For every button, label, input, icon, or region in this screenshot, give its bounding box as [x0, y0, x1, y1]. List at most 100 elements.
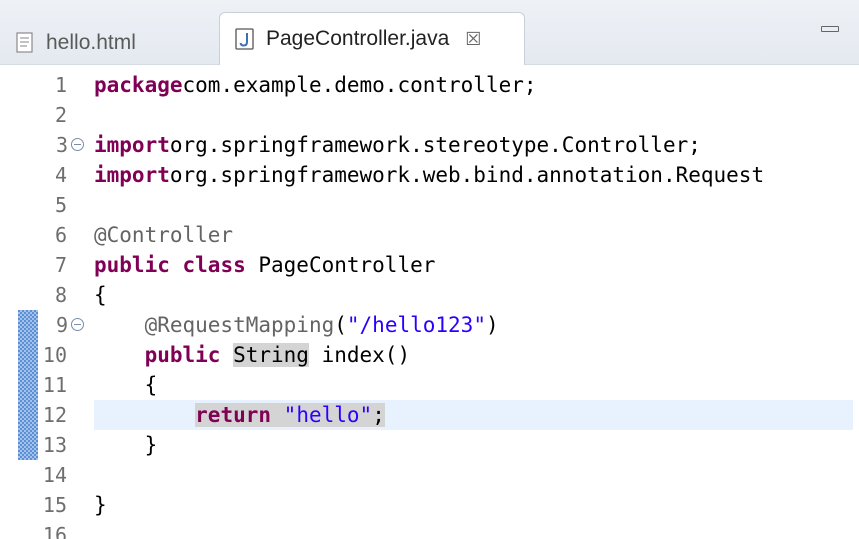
code-line[interactable]: 3 importorg.springframework.stereotype.Co… [0, 130, 859, 160]
code-line[interactable]: 9 @RequestMapping("/hello123") [0, 310, 859, 340]
code-token: org.springframework.stereotype.Controlle… [169, 133, 701, 157]
code-text: @Controller [94, 220, 853, 250]
tab-hello-html[interactable]: hello.html [14, 22, 214, 64]
code-token: class [182, 253, 246, 277]
code-token: } [94, 493, 107, 517]
line-gutter: 5 [0, 190, 90, 220]
code-token: } [94, 433, 158, 457]
code-token: package [94, 73, 183, 97]
code-token: ( [334, 313, 347, 337]
line-number: 12 [42, 403, 67, 427]
line-gutter: 9 [0, 310, 90, 340]
code-token: com.example.demo.controller; [182, 73, 537, 97]
line-number: 11 [42, 373, 67, 397]
fold-collapse-icon[interactable] [71, 318, 84, 331]
code-token: import [94, 133, 170, 157]
line-number: 4 [54, 163, 67, 187]
code-editor: hello.html PageController.java ☒ 1 packag… [0, 0, 859, 539]
code-token: index() [308, 343, 411, 367]
line-gutter: 7 [0, 250, 90, 280]
code-line[interactable]: 8{ [0, 280, 859, 310]
fold-collapse-icon[interactable] [71, 138, 84, 151]
tab-label: hello.html [46, 31, 136, 54]
code-token: String [233, 343, 309, 367]
code-token: import [94, 163, 170, 187]
code-token: PageController [245, 253, 436, 277]
code-line[interactable]: 13 } [0, 430, 859, 460]
line-number: 2 [54, 103, 67, 127]
code-line[interactable]: 5 [0, 190, 859, 220]
line-gutter: 2 [0, 100, 90, 130]
code-text: } [94, 490, 853, 520]
code-line[interactable]: 6 @Controller [0, 220, 859, 250]
code-line[interactable]: 14 [0, 460, 859, 490]
code-token: org.springframework.web.bind.annotation.… [169, 163, 765, 187]
code-text: importorg.springframework.web.bind.annot… [94, 160, 853, 190]
code-text: packagecom.example.demo.controller; [94, 70, 853, 100]
line-number: 9 [55, 313, 68, 337]
code-token: public [144, 343, 221, 367]
line-number: 7 [54, 253, 67, 277]
line-number: 15 [42, 493, 67, 517]
line-gutter: 4 [0, 160, 90, 190]
line-number: 13 [42, 433, 67, 457]
code-line[interactable]: 7 public class PageController [0, 250, 859, 280]
code-line[interactable]: 15} [0, 490, 859, 520]
line-gutter: 11 [0, 370, 90, 400]
java-file-icon [235, 28, 254, 50]
code-text: public class PageController [94, 250, 853, 280]
line-gutter: 15 [0, 490, 90, 520]
code-text: { [94, 280, 853, 310]
code-text: @RequestMapping("/hello123") [94, 310, 853, 340]
minimize-icon[interactable] [821, 26, 839, 32]
code-token: { [94, 283, 107, 307]
line-number: 16 [42, 523, 67, 539]
code-token: ) [485, 313, 499, 337]
code-token [271, 403, 284, 427]
code-line[interactable]: 1 packagecom.example.demo.controller; [0, 70, 859, 100]
code-text: } [94, 430, 853, 460]
code-text: return "hello"; [94, 400, 853, 430]
code-token: @Controller [94, 223, 234, 247]
line-number: 14 [42, 463, 67, 487]
line-gutter: 16 [0, 520, 90, 539]
tab-label: PageController.java [266, 27, 450, 50]
tab-pagecontroller-java[interactable]: PageController.java ☒ [219, 12, 525, 65]
line-gutter: 8 [0, 280, 90, 310]
code-token: ; [372, 403, 385, 427]
code-line[interactable]: 16 [0, 520, 859, 539]
line-gutter: 12 [0, 400, 90, 430]
line-number: 1 [54, 73, 67, 97]
code-token: return [195, 403, 272, 427]
close-icon[interactable]: ☒ [465, 29, 481, 50]
line-number: 5 [54, 193, 67, 217]
code-token: @RequestMapping [144, 313, 335, 337]
line-gutter: 13 [0, 430, 90, 460]
line-gutter: 3 [0, 130, 90, 160]
line-gutter: 14 [0, 460, 90, 490]
code-token: public [94, 253, 170, 277]
code-line[interactable]: 2 [0, 100, 859, 130]
line-number: 6 [54, 223, 67, 247]
html-file-icon [16, 32, 33, 53]
line-gutter: 10 [0, 340, 90, 370]
code-token: { [94, 373, 158, 397]
code-line[interactable]: 4 importorg.springframework.web.bind.anno… [0, 160, 859, 190]
line-gutter: 1 [0, 70, 90, 100]
code-line[interactable]: 11 { [0, 370, 859, 400]
code-token: "hello" [283, 403, 373, 427]
code-token: "/hello123" [346, 313, 486, 337]
code-area[interactable]: 1 packagecom.example.demo.controller; 2 3 im… [0, 70, 859, 539]
code-line[interactable]: 10 public String index() [0, 340, 859, 370]
code-line[interactable]: 12 return "hello"; [0, 400, 859, 430]
line-number: 3 [55, 133, 68, 157]
